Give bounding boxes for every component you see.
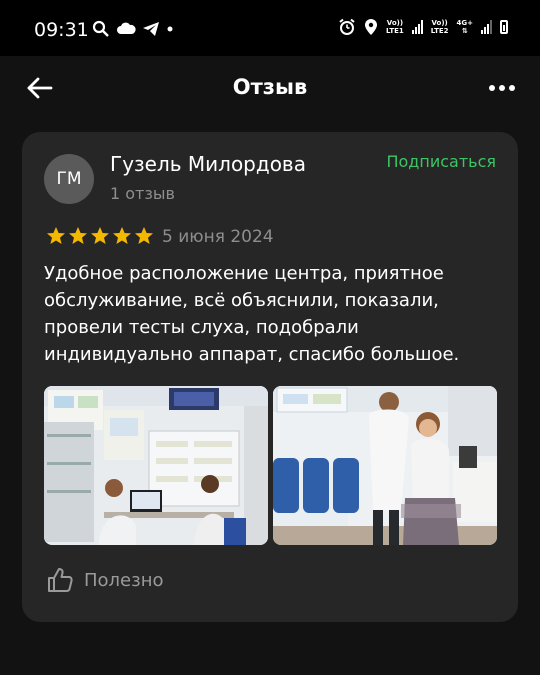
author-reviews-count: 1 отзыв: [110, 184, 175, 203]
review-card: ГМ Гузель Милордова 1 отзыв Подписаться …: [22, 132, 518, 622]
battery-icon: [500, 20, 508, 34]
notification-dot-icon: [167, 26, 173, 32]
telegram-icon: [143, 22, 159, 36]
signal-1-icon: [411, 20, 423, 34]
cloud-icon: [117, 22, 136, 34]
more-horizontal-icon[interactable]: [488, 83, 516, 93]
network-type-indicator: 4G+ ⇅: [456, 19, 473, 35]
lte2-indicator: Vo)) LTE2: [430, 19, 449, 35]
page-title: Отзыв: [232, 75, 308, 99]
lte1-indicator: Vo)) LTE1: [386, 19, 404, 35]
top-app-bar: Отзыв: [0, 56, 540, 118]
clinic-office-photo: [44, 386, 268, 545]
star-icon: [135, 227, 153, 244]
signal-2-icon: [481, 20, 492, 34]
rating-stars: [46, 226, 154, 246]
avatar[interactable]: ГМ: [44, 154, 94, 204]
status-bar: 09:31 Vo)) LTE1 Vo)) LTE2 4G+ ⇅: [0, 0, 540, 56]
review-date: 5 июня 2024: [162, 227, 274, 247]
useful-button[interactable]: Полезно: [46, 566, 163, 594]
status-left-icons: [92, 20, 174, 38]
useful-label: Полезно: [84, 569, 164, 591]
thumbs-up-icon: [48, 568, 73, 592]
alarm-icon: [339, 18, 355, 35]
author-name[interactable]: Гузель Милордова: [110, 152, 306, 176]
star-icon: [69, 227, 87, 244]
location-icon: [365, 19, 378, 35]
hearing-test-photo: [273, 386, 497, 545]
star-icon: [47, 227, 65, 244]
review-photo-1[interactable]: [44, 386, 268, 545]
star-icon: [113, 227, 131, 244]
subscribe-button[interactable]: Подписаться: [386, 152, 496, 171]
status-right-icons: Vo)) LTE1 Vo)) LTE2 4G+ ⇅: [338, 18, 508, 36]
star-icon: [91, 227, 109, 244]
status-time: 09:31: [34, 19, 89, 41]
review-photo-2[interactable]: [273, 386, 497, 545]
search-icon: [92, 20, 109, 37]
review-text: Удобное расположение центра, приятное об…: [44, 263, 460, 365]
